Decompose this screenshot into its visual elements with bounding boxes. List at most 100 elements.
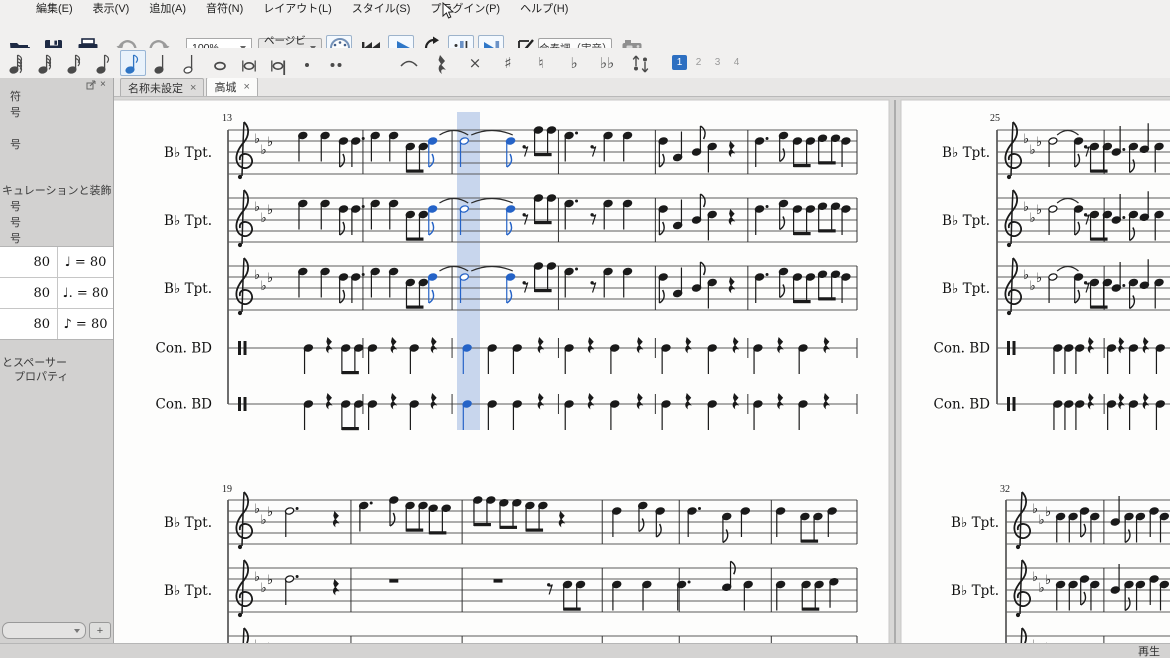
tab-close-icon[interactable]: × [243, 81, 249, 93]
menu-item-1[interactable]: 編集(E) [26, 0, 83, 16]
svg-text:♭: ♭ [1039, 581, 1045, 596]
palette-item-7[interactable]: 号 [10, 230, 21, 246]
instrument-label: B♭ Tpt. [164, 145, 212, 161]
augmentation-dot[interactable] [294, 50, 320, 76]
tempo-cell-left-3[interactable]: 80 [0, 309, 58, 339]
svg-text:♭: ♭ [267, 135, 273, 150]
duration-64th[interactable] [4, 50, 30, 76]
svg-text:♭: ♭ [1023, 268, 1029, 283]
instrument-label: B♭ Tpt. [164, 515, 212, 531]
svg-text:♭: ♭ [254, 570, 260, 585]
tempo-cell-right-2[interactable]: ♩. = 80 [58, 278, 113, 308]
menu-item-7[interactable]: プラグイン(P) [420, 0, 510, 16]
tab-label: 名称未設定 [128, 80, 183, 96]
duration-32nd[interactable] [33, 50, 59, 76]
status-text: 再生 [1138, 643, 1160, 658]
voice-3[interactable]: 3 [710, 55, 725, 70]
duration-16th[interactable] [62, 50, 88, 76]
score-tab-bar: 名称未設定 × 高城 × [114, 78, 1170, 97]
duration-quarter[interactable] [149, 50, 175, 76]
instrument-label: B♭ Tpt. [942, 281, 990, 297]
svg-text:♭: ♭ [1036, 135, 1042, 150]
svg-text:♭: ♭ [261, 211, 267, 226]
accidental-flat[interactable]: ♭ [561, 50, 587, 76]
measure-number: 32 [1000, 484, 1010, 495]
score-tab-1[interactable]: 名称未設定 × [120, 78, 204, 96]
instrument-label: B♭ Tpt. [951, 583, 999, 599]
menu-item-4[interactable]: 音符(N) [196, 0, 253, 16]
instrument-label: Con. BD [934, 341, 991, 357]
svg-text:♭: ♭ [1039, 513, 1045, 528]
palette-item-3[interactable]: 号 [10, 136, 21, 152]
svg-text:♭: ♭ [1045, 505, 1051, 520]
svg-text:♭: ♭ [1036, 271, 1042, 286]
palette-item-1[interactable]: 符 [10, 88, 21, 104]
measure-number: 19 [222, 484, 232, 495]
plus-icon: + [97, 625, 103, 637]
svg-text:♭: ♭ [267, 203, 273, 218]
rest[interactable] [429, 50, 455, 76]
flip-direction[interactable] [627, 50, 653, 76]
tempo-cell-right-1[interactable]: ♩ = 80 [58, 247, 113, 277]
duration-whole[interactable] [207, 50, 233, 76]
instrument-label: B♭ Tpt. [164, 213, 212, 229]
tempo-cell-right-3[interactable]: ♪ = 80 [58, 309, 113, 339]
duration-half[interactable] [178, 50, 204, 76]
instrument-label: Con. BD [934, 397, 991, 413]
score-tab-2[interactable]: 高城 × [206, 77, 257, 96]
svg-text:♭: ♭ [267, 271, 273, 286]
duration-8th[interactable] [91, 50, 117, 76]
svg-text:♭: ♭ [1032, 570, 1038, 585]
menu-item-3[interactable]: 追加(A) [139, 0, 196, 16]
palette-item-5[interactable]: 号 [10, 198, 21, 214]
palette-item-9[interactable]: プロパティ [14, 368, 68, 384]
score-canvas[interactable]: 13♭♭♭B♭ Tpt.♭♭♭B♭ Tpt.♭♭♭B♭ Tpt.Con. BDC… [0, 0, 1170, 658]
double-augmentation-dot[interactable] [323, 50, 349, 76]
instrument-label: Con. BD [156, 397, 213, 413]
tab-close-icon[interactable]: × [190, 82, 196, 94]
close-icon: × [100, 79, 106, 90]
instrument-label: B♭ Tpt. [942, 145, 990, 161]
accidental-sharp[interactable]: ♯ [495, 50, 521, 76]
svg-text:♭: ♭ [1036, 203, 1042, 218]
measure-number: 13 [222, 113, 232, 124]
menu-bar: 編集(E)表示(V)追加(A)音符(N)レイアウト(L)スタイル(S)プラグイン… [0, 0, 1170, 16]
accidental-natural[interactable]: ♮ [528, 50, 554, 76]
svg-text:♭: ♭ [254, 268, 260, 283]
menu-item-5[interactable]: レイアウト(L) [253, 0, 341, 16]
tab-label: 高城 [214, 79, 236, 95]
accidental-double-flat[interactable]: ♭♭ [594, 50, 620, 76]
instrument-label: B♭ Tpt. [951, 515, 999, 531]
voice-2[interactable]: 2 [691, 55, 706, 70]
accidental-double-sharp[interactable]: × [462, 50, 488, 76]
svg-text:♭: ♭ [261, 279, 267, 294]
palette-item-2[interactable]: 号 [10, 104, 21, 120]
instrument-label: B♭ Tpt. [164, 281, 212, 297]
duration-longa[interactable] [265, 50, 291, 76]
svg-text:♭: ♭ [261, 513, 267, 528]
duration-breve[interactable] [236, 50, 262, 76]
duration-8th-selected[interactable] [120, 50, 146, 76]
mouse-cursor [442, 2, 456, 25]
palette-item-4[interactable]: キュレーションと装飾 [2, 182, 112, 198]
menu-item-8[interactable]: ヘルプ(H) [510, 0, 578, 16]
svg-text:♭: ♭ [254, 502, 260, 517]
palette-close-button[interactable]: × [100, 80, 106, 90]
svg-text:♭: ♭ [1023, 132, 1029, 147]
tempo-cell-left-2[interactable]: 80 [0, 278, 58, 308]
tie[interactable] [396, 50, 422, 76]
instrument-label: Con. BD [156, 341, 213, 357]
menu-item-6[interactable]: スタイル(S) [342, 0, 421, 16]
palette-item-6[interactable]: 号 [10, 214, 21, 230]
palette-float-icon[interactable] [86, 80, 96, 93]
voice-4[interactable]: 4 [729, 55, 744, 70]
svg-text:♭: ♭ [261, 143, 267, 158]
tempo-cell-left-1[interactable]: 80 [0, 247, 58, 277]
palette-search-input[interactable] [2, 622, 86, 639]
add-palette-button[interactable]: + [89, 622, 111, 639]
menu-item-2[interactable]: 表示(V) [83, 0, 140, 16]
voice-1[interactable]: 1 [672, 55, 687, 70]
svg-text:♭: ♭ [1032, 502, 1038, 517]
note-input-toolbar: ×♯♮♭♭♭1234 [0, 48, 1170, 78]
score-svg: 13♭♭♭B♭ Tpt.♭♭♭B♭ Tpt.♭♭♭B♭ Tpt.Con. BDC… [0, 0, 1170, 658]
